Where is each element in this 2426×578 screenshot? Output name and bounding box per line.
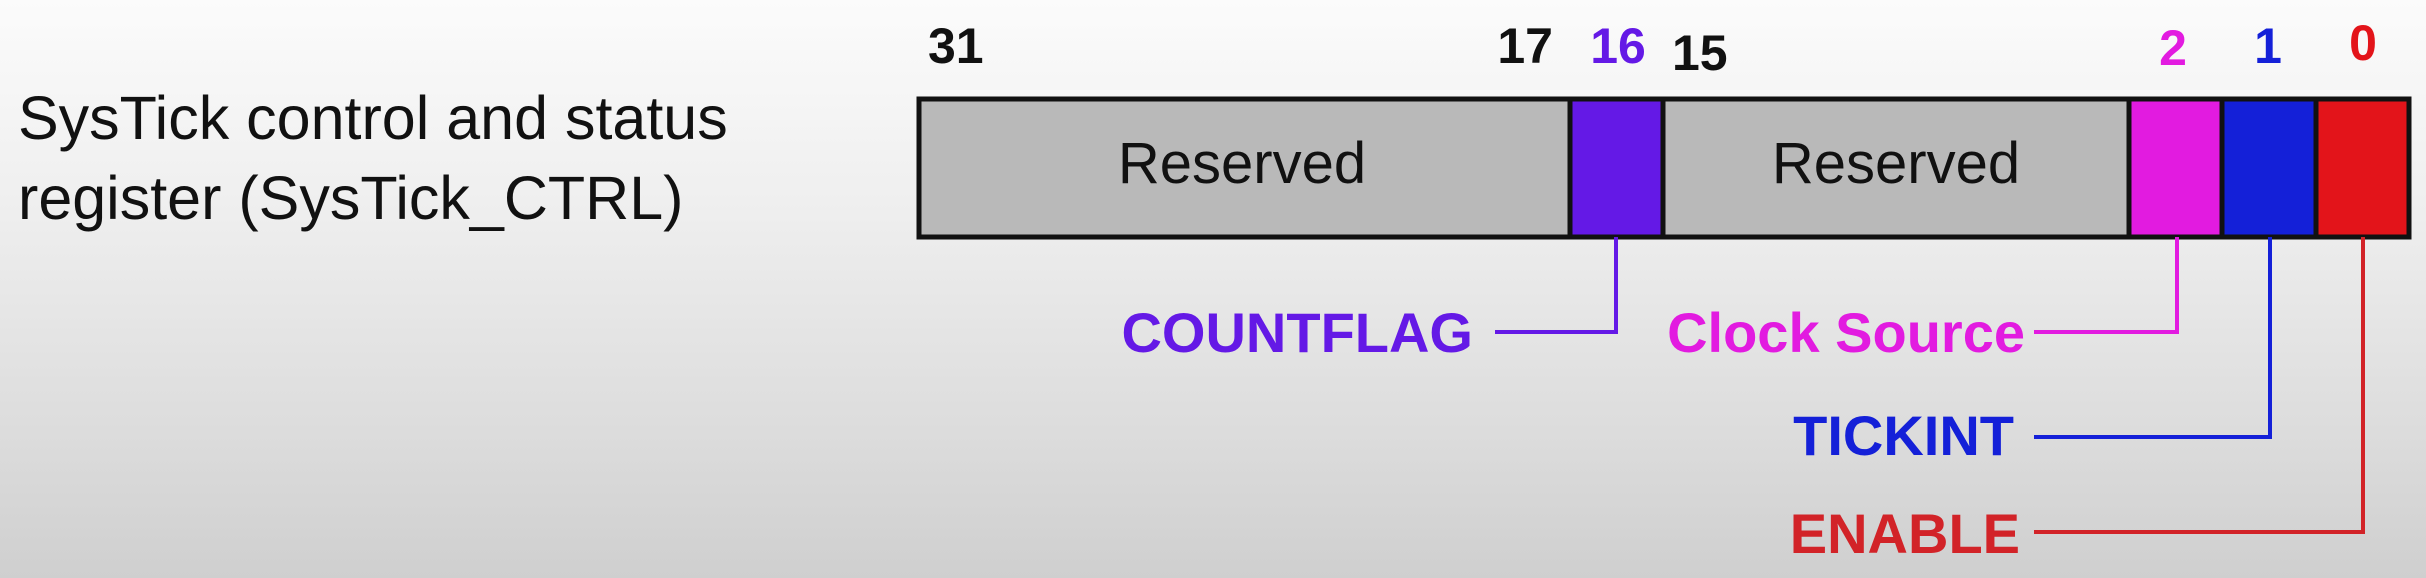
bit-label-1: 1 [2254, 18, 2282, 74]
register-diagram: 31 17 16 15 2 1 0 Reserved Reserved COUN… [916, 15, 2412, 565]
bit-label-0: 0 [2349, 15, 2377, 71]
enable-bit-box [2313, 96, 2412, 240]
reserved-high-label: Reserved [1118, 131, 1366, 196]
tickint-bit-box [2219, 96, 2319, 240]
tickint-label: TICKINT [1793, 404, 2014, 467]
bit-label-15: 15 [1672, 25, 1728, 81]
enable-leader-line [2034, 237, 2365, 534]
bit-label-31: 31 [928, 18, 984, 74]
countflag-bit-box [1567, 96, 1666, 240]
systick-ctrl-diagram: SysTick control and status register (Sys… [0, 0, 2426, 578]
reserved-low-label: Reserved [1772, 131, 2020, 196]
clock-source-bit-box [2126, 96, 2225, 240]
bit-label-16: 16 [1590, 18, 1646, 74]
countflag-label: COUNTFLAG [1121, 301, 1473, 364]
enable-label: ENABLE [1790, 502, 2020, 565]
bit-label-17: 17 [1497, 18, 1553, 74]
bit-label-2: 2 [2159, 20, 2187, 76]
clock-source-label: Clock Source [1667, 301, 2025, 364]
countflag-leader-line [1495, 237, 1618, 334]
clock-source-leader-line [2034, 237, 2179, 334]
tickint-leader-line [2034, 237, 2272, 439]
